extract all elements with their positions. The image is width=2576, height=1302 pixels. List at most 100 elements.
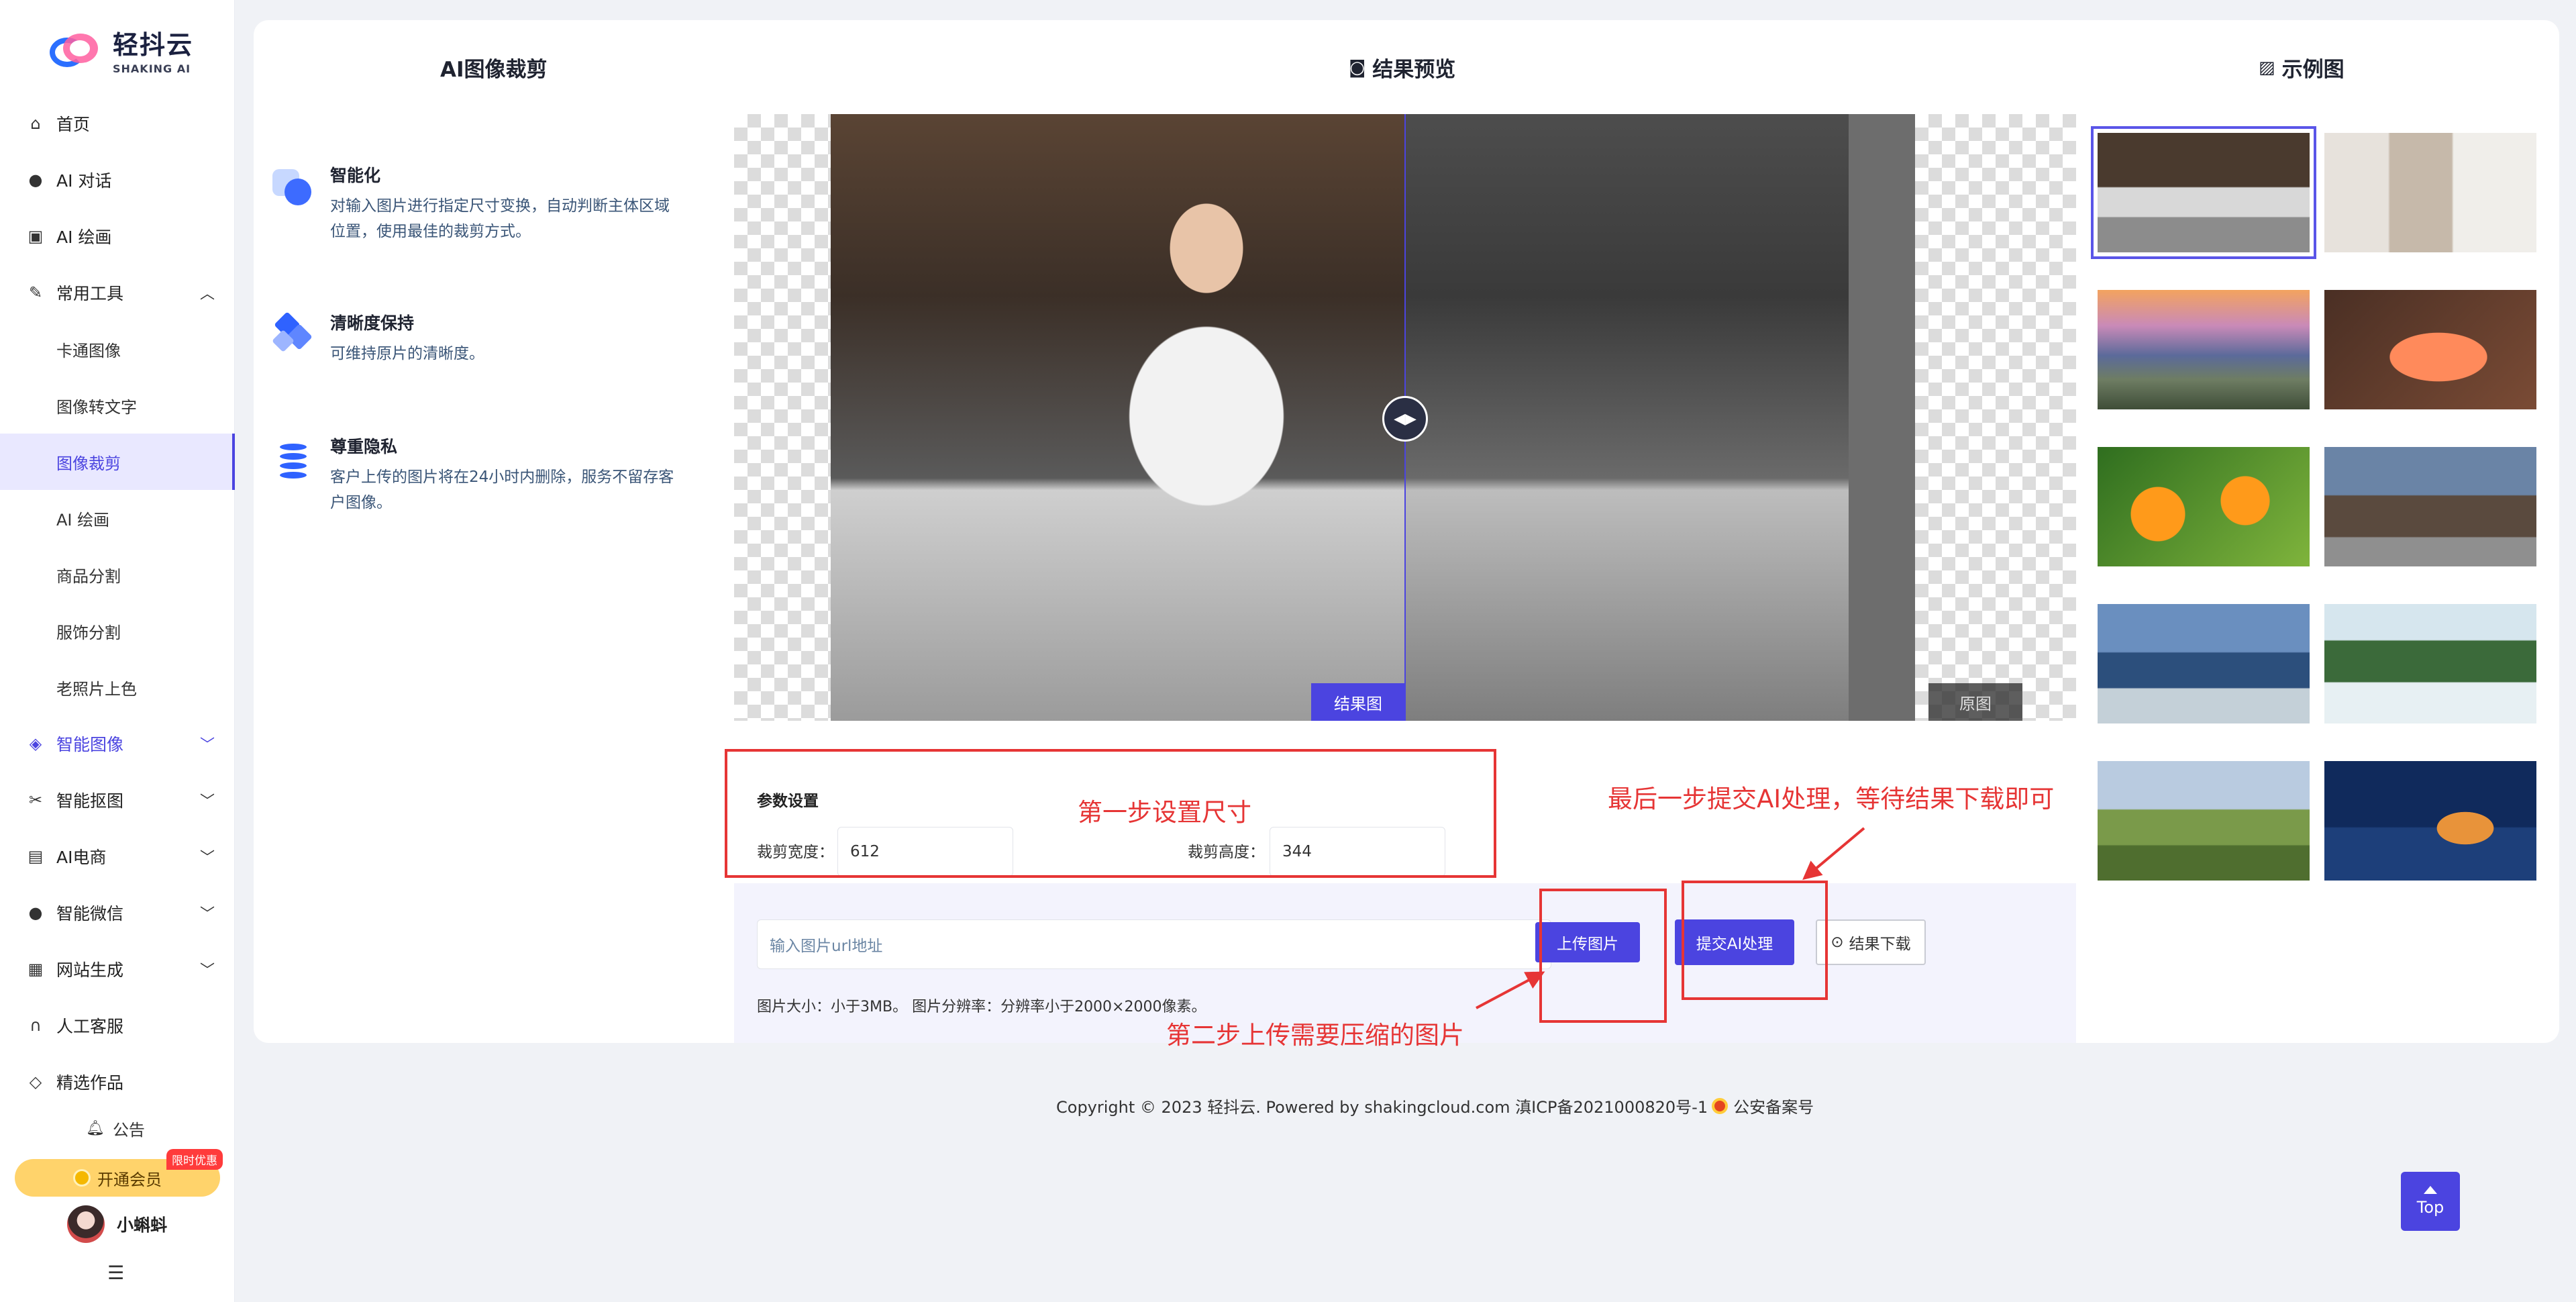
sidebar-item-site-builder[interactable]: ▦ 网站生成 ﹀ (0, 941, 235, 997)
annotation-step3-box (1682, 881, 1828, 1000)
example-thumb-street[interactable] (2324, 447, 2536, 566)
result-image (831, 114, 1405, 721)
chat-icon: ● (28, 170, 43, 189)
database-icon (270, 434, 317, 481)
feature-title: 清晰度保持 (330, 313, 415, 333)
example-thumb-salmon[interactable] (2324, 290, 2536, 409)
feature-smart: 智能化 对输入图片进行指定尺寸变换，自动判断主体区域 位置，使用最佳的裁剪方式。 (270, 162, 713, 244)
sidebar-item-cartoon[interactable]: 卡通图像 (0, 321, 235, 377)
chevron-up-icon: ︿ (199, 286, 215, 303)
chevron-down-icon: ﹀ (199, 906, 215, 923)
brand-subtitle: SHAKING AI (113, 62, 191, 75)
feature-clarity: 清晰度保持 可维持原片的清晰度。 (270, 310, 713, 366)
feature-title: 智能化 (330, 166, 381, 185)
chevron-down-icon: ﹀ (199, 962, 215, 979)
compare-slider-handle[interactable]: ◀▶ (1382, 396, 1428, 442)
example-thumb-night-lake[interactable] (2324, 761, 2536, 881)
examples-title: ▨ 示例图 (2259, 57, 2345, 83)
sidebar-item-label: AI 对话 (56, 171, 112, 191)
sidebar-item-smart-cutout[interactable]: ✂ 智能抠图 ﹀ (0, 772, 235, 828)
sidebar-nav: ⌂ 首页 ● AI 对话 ▣ AI 绘画 ✎ 常用工具 ︿ 卡通图像 图像转文字… (0, 95, 235, 1110)
download-icon: ⊙ (1831, 934, 1844, 951)
smart-icon (270, 162, 317, 209)
info-panel: AI图像裁剪 智能化 对输入图片进行指定尺寸变换，自动判断主体区域 位置，使用最… (254, 20, 734, 1043)
promo-badge: 限时优惠 (166, 1149, 223, 1170)
upload-hint: 图片大小：小于3MB。 图片分辨率：分辨率小于2000×2000像素。 (757, 999, 1206, 1015)
sidebar-item-image-to-text[interactable]: 图像转文字 (0, 377, 235, 434)
sidebar-item-label: 网站生成 (56, 960, 124, 980)
sidebar-item-image-crop[interactable]: 图像裁剪 (0, 434, 235, 490)
collapse-menu-icon[interactable]: ☰ (107, 1262, 124, 1284)
logo-icon (47, 28, 105, 71)
sidebar-item-smart-image[interactable]: ◈ 智能图像 ﹀ (0, 715, 235, 772)
police-badge-icon (1712, 1097, 1729, 1114)
chevron-down-icon: ﹀ (199, 850, 215, 866)
sidebar-item-label: 人工客服 (56, 1017, 124, 1036)
feature-desc: 客户上传的图片将在24小时内删除，服务不留存客 (330, 468, 674, 486)
sidebar-item-ai-painting-sub[interactable]: AI 绘画 (0, 490, 235, 546)
shop-icon: ▤ (28, 847, 44, 866)
example-thumb-cafe[interactable] (2091, 126, 2316, 259)
sidebar-item-colorize[interactable]: 老照片上色 (0, 659, 235, 715)
example-thumb-waterfall[interactable] (2324, 604, 2536, 723)
wechat-icon: ● (28, 903, 43, 922)
annotation-step2: 第二步上传需要压缩的图片 (1166, 1021, 1464, 1050)
example-thumb-people[interactable] (2324, 133, 2536, 252)
sidebar-item-label: 服饰分割 (56, 623, 121, 642)
notice-label: 公告 (112, 1121, 145, 1140)
sidebar-item-label: 智能抠图 (56, 791, 124, 811)
sidebar-item-label: 智能微信 (56, 904, 124, 923)
sidebar-item-label: 智能图像 (56, 735, 124, 754)
sidebar-item-label: 卡通图像 (56, 341, 121, 360)
sidebar-item-clothing-segment[interactable]: 服饰分割 (0, 603, 235, 659)
user-profile[interactable]: 小蝌蚪 (67, 1205, 167, 1243)
examples-panel: ▨ 示例图 (2076, 20, 2559, 1043)
footer: Copyright © 2023 轻抖云. Powered by shaking… (1056, 1094, 1814, 1117)
sidebar-item-label: 精选作品 (56, 1073, 124, 1093)
original-tag: 原图 (1928, 683, 2022, 721)
home-icon: ⌂ (30, 114, 41, 133)
sidebar-item-support[interactable]: ∩ 人工客服 (0, 997, 235, 1054)
sidebar-item-label: 老照片上色 (56, 679, 137, 699)
sidebar-item-product-segment[interactable]: 商品分割 (0, 546, 235, 603)
compare-viewer[interactable]: ◀▶ 结果图 原图 (734, 114, 2076, 721)
chevron-down-icon: ﹀ (199, 737, 215, 754)
sidebar-item-label: 常用工具 (56, 284, 124, 303)
preview-title: ◙ 结果预览 (1349, 57, 1456, 83)
sidebar-item-label: 商品分割 (56, 566, 121, 586)
logo[interactable]: 轻抖云 SHAKING AI (47, 23, 193, 77)
annotation-step2-box (1539, 889, 1667, 1023)
back-to-top-button[interactable]: Top (2401, 1172, 2460, 1231)
notice-link[interactable]: 🔔︎ 公告 (86, 1117, 145, 1140)
annotation-step1: 第一步设置尺寸 (1078, 798, 1251, 827)
feature-desc: 可维持原片的清晰度。 (330, 345, 484, 362)
sidebar-item-ai-painting[interactable]: ▣ AI 绘画 (0, 208, 235, 264)
example-thumb-city[interactable] (2098, 604, 2310, 723)
example-thumb-terraces[interactable] (2098, 290, 2310, 409)
example-thumb-windfarm[interactable] (2098, 761, 2310, 881)
bell-icon: 🔔︎ (86, 1120, 105, 1137)
sidebar-item-tools[interactable]: ✎ 常用工具 ︿ (0, 264, 235, 321)
feature-desc: 对输入图片进行指定尺寸变换，自动判断主体区域 (330, 197, 670, 215)
camera-icon: ◙ (1349, 57, 1366, 78)
image-url-input[interactable]: 输入图片url地址 (757, 919, 1551, 969)
preview-panel: ◙ 结果预览 ◀▶ 结果图 原图 参数设置 裁剪宽度： 612 裁剪高度： 34… (734, 20, 2076, 1043)
sidebar-item-label: AI电商 (56, 848, 107, 867)
download-button[interactable]: ⊙ 结果下载 (1816, 919, 1926, 965)
sidebar-item-label: 图像裁剪 (56, 454, 121, 473)
main-card: AI图像裁剪 智能化 对输入图片进行指定尺寸变换，自动判断主体区域 位置，使用最… (254, 20, 2559, 1043)
gallery-icon: ▨ (2259, 57, 2275, 78)
copyright-text: Copyright © 2023 轻抖云. Powered by shaking… (1056, 1098, 1708, 1117)
sidebar-item-label: 图像转文字 (56, 397, 137, 417)
sidebar-item-home[interactable]: ⌂ 首页 (0, 95, 235, 152)
sidebar-item-ai-ecommerce[interactable]: ▤ AI电商 ﹀ (0, 828, 235, 885)
sidebar-item-smart-wechat[interactable]: ● 智能微信 ﹀ (0, 885, 235, 941)
avatar (67, 1205, 105, 1243)
original-image (1405, 114, 1915, 721)
sidebar-item-showcase[interactable]: ◇ 精选作品 (0, 1054, 235, 1110)
police-record-link[interactable]: 公安备案号 (1733, 1094, 1814, 1117)
example-thumb-oranges[interactable] (2098, 447, 2310, 566)
sidebar-item-ai-chat[interactable]: ● AI 对话 (0, 152, 235, 208)
user-name: 小蝌蚪 (117, 1215, 168, 1235)
result-tag: 结果图 (1311, 683, 1405, 721)
